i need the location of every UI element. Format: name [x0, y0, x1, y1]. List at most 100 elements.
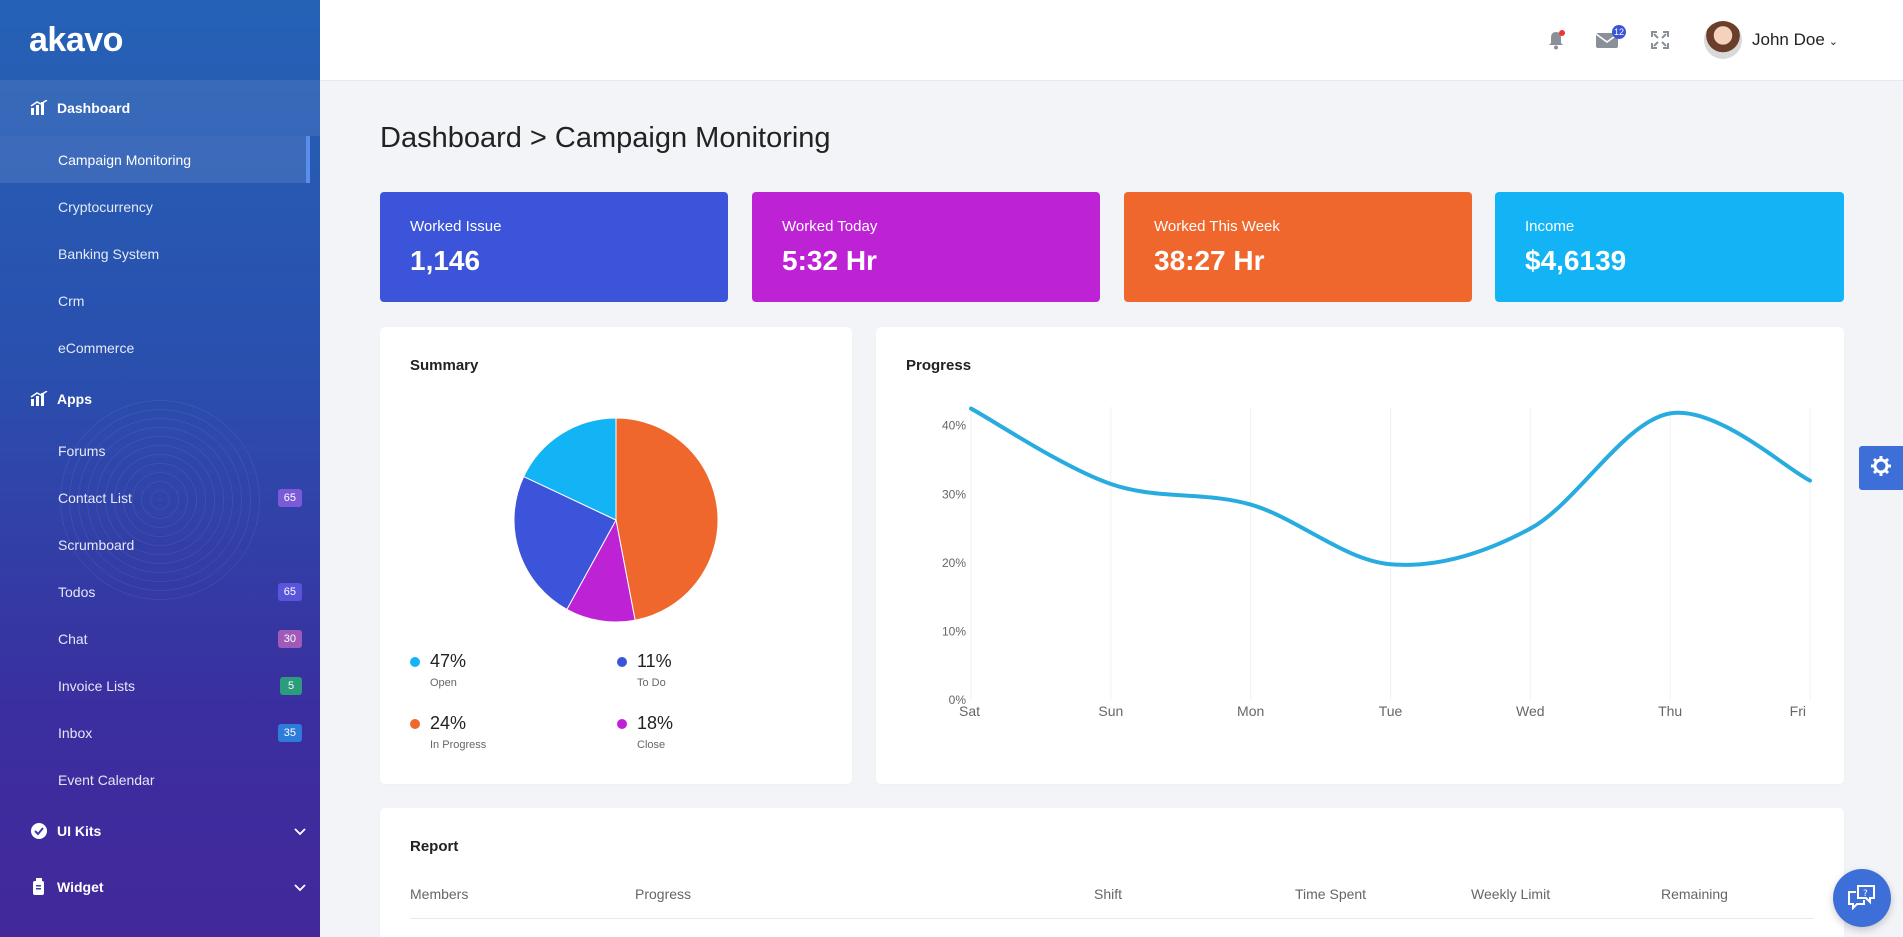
- sidebar-item-label: Campaign Monitoring: [58, 151, 192, 168]
- stat-card-worked-today: Worked Today 5:32 Hr: [752, 192, 1100, 302]
- legend-dot: [617, 657, 627, 667]
- mail-icon[interactable]: 12: [1595, 25, 1626, 52]
- table-header-shift[interactable]: Shift: [1094, 886, 1122, 902]
- nav-group-label: Widget: [57, 879, 104, 895]
- report-card: Report: [380, 808, 1844, 937]
- y-tick-label: 10%: [942, 624, 966, 638]
- nav-group-dashboard[interactable]: Dashboard: [0, 80, 320, 136]
- gear-icon: [1870, 455, 1892, 482]
- sidebar-item-scrumboard[interactable]: Scrumboard: [0, 521, 320, 568]
- count-badge: 5: [280, 676, 302, 695]
- sidebar-item-label: Contact List: [58, 489, 132, 506]
- svg-text:?: ?: [1863, 889, 1868, 899]
- sidebar-item-inbox[interactable]: Inbox 35: [0, 709, 320, 756]
- fullscreen-icon[interactable]: [1648, 28, 1672, 52]
- sidebar-item-todos[interactable]: Todos 65: [0, 568, 320, 615]
- x-tick-label: Sun: [1098, 703, 1123, 719]
- table-header-weekly-limit[interactable]: Weekly Limit: [1471, 886, 1550, 902]
- legend-label: To Do: [637, 677, 666, 689]
- progress-card: Progress 0% 10% 20% 30% 40% Sat Sun Mon Tue Wed Th…: [876, 327, 1844, 784]
- avatar[interactable]: [1704, 21, 1742, 59]
- table-header-remaining[interactable]: Remaining: [1661, 886, 1728, 902]
- nav-group-label: Apps: [57, 391, 92, 407]
- summary-pie-chart: [513, 417, 719, 623]
- nav-group-ui-kits[interactable]: UI Kits: [0, 803, 320, 859]
- sidebar-item-chat[interactable]: Chat 30: [0, 615, 320, 662]
- sidebar-item-cryptocurrency[interactable]: Cryptocurrency: [0, 183, 320, 230]
- chart-bars-icon: [30, 390, 48, 408]
- stat-label: Worked This Week: [1154, 218, 1280, 235]
- stat-value: 1,146: [410, 245, 481, 276]
- table-header-time-spent[interactable]: Time Spent: [1295, 886, 1366, 902]
- stat-card-worked-this-week: Worked This Week 38:27 Hr: [1124, 192, 1472, 302]
- sidebar-item-label: Chat: [58, 630, 88, 647]
- user-menu[interactable]: John Doe ⌄: [1752, 30, 1838, 50]
- page-title: Dashboard > Campaign Monitoring: [380, 122, 831, 154]
- sidebar-item-campaign-monitoring[interactable]: Campaign Monitoring: [0, 136, 310, 183]
- legend-percent: 18%: [637, 713, 674, 733]
- stat-value: $4,6139: [1525, 245, 1627, 276]
- progress-line-chart: 0%10%20%30%40%Sat Sun Mon Tue Wed Thu Fri: [942, 406, 1812, 719]
- chevron-down-icon: [294, 879, 306, 895]
- x-tick-label: Mon: [1237, 703, 1264, 719]
- count-badge: 65: [277, 582, 302, 601]
- legend-dot: [410, 719, 420, 729]
- legend-label: Close: [637, 739, 666, 751]
- sidebar-item-banking-system[interactable]: Banking System: [0, 230, 320, 277]
- pie-slice-in-progress[interactable]: [615, 417, 719, 621]
- sidebar-item-invoice-lists[interactable]: Invoice Lists 5: [0, 662, 320, 709]
- bell-icon[interactable]: [1544, 28, 1568, 52]
- settings-gear-button[interactable]: [1859, 446, 1903, 490]
- x-tick-label: Tue: [1379, 703, 1403, 719]
- brand-logo[interactable]: akavo: [0, 0, 320, 80]
- sidebar-item-label: Inbox: [58, 724, 93, 741]
- stat-label: Worked Today: [782, 218, 878, 235]
- chevron-down-icon: [294, 823, 306, 839]
- sidebar-item-ecommerce[interactable]: eCommerce: [0, 324, 320, 371]
- sidebar-item-label: Todos: [58, 583, 96, 600]
- sidebar-item-label: Event Calendar: [58, 771, 155, 788]
- sidebar-item-label: Forums: [58, 442, 106, 459]
- sidebar-item-label: Banking System: [58, 245, 160, 262]
- help-chat-button[interactable]: ?: [1833, 869, 1891, 927]
- nav-group-apps[interactable]: Apps: [0, 371, 320, 427]
- sidebar-item-event-calendar[interactable]: Event Calendar: [0, 756, 320, 803]
- sidebar-item-label: eCommerce: [58, 339, 135, 356]
- table-header-divider: [410, 918, 1814, 919]
- legend-percent: 11%: [637, 651, 672, 671]
- card-title: Summary: [410, 357, 479, 374]
- notification-dot: [1559, 30, 1565, 36]
- x-tick-label: Sat: [959, 703, 980, 719]
- stat-value: 5:32 Hr: [782, 245, 877, 276]
- stat-card-income: Income $4,6139: [1495, 192, 1844, 302]
- sidebar-item-contact-list[interactable]: Contact List 65: [0, 474, 320, 521]
- count-badge: 35: [277, 723, 302, 742]
- chevron-down-icon: ⌄: [1828, 36, 1838, 48]
- mail-count-badge: 12: [1612, 25, 1626, 39]
- check-circle-icon: [30, 822, 48, 840]
- stat-card-worked-issue: Worked Issue 1,146: [380, 192, 728, 302]
- chart-bars-icon: [30, 99, 48, 117]
- table-header-progress[interactable]: Progress: [635, 886, 691, 902]
- count-badge: 65: [277, 488, 302, 507]
- x-tick-label: Wed: [1516, 703, 1545, 719]
- y-tick-label: 20%: [942, 556, 966, 570]
- stat-label: Income: [1525, 218, 1575, 235]
- sidebar-item-label: Scrumboard: [58, 536, 135, 553]
- legend-dot: [410, 657, 420, 667]
- sidebar-item-label: Invoice Lists: [58, 677, 136, 694]
- sidebar-item-forums[interactable]: Forums: [0, 427, 320, 474]
- stat-value: 38:27 Hr: [1154, 245, 1265, 276]
- topbar: 12 John Doe ⌄: [320, 0, 1903, 81]
- legend-label: Open: [430, 677, 457, 689]
- sidebar-item-crm[interactable]: Crm: [0, 277, 320, 324]
- sidebar-item-label: Cryptocurrency: [58, 198, 153, 215]
- summary-card: Summary 47% Open 11% To Do 24% In Progre…: [380, 327, 852, 784]
- legend-percent: 24%: [430, 713, 467, 733]
- x-tick-label: Thu: [1658, 703, 1682, 719]
- y-tick-label: 30%: [942, 487, 966, 501]
- legend-dot: [617, 719, 627, 729]
- widget-icon: [30, 878, 48, 896]
- table-header-members[interactable]: Members: [410, 886, 468, 902]
- nav-group-widget[interactable]: Widget: [0, 859, 320, 915]
